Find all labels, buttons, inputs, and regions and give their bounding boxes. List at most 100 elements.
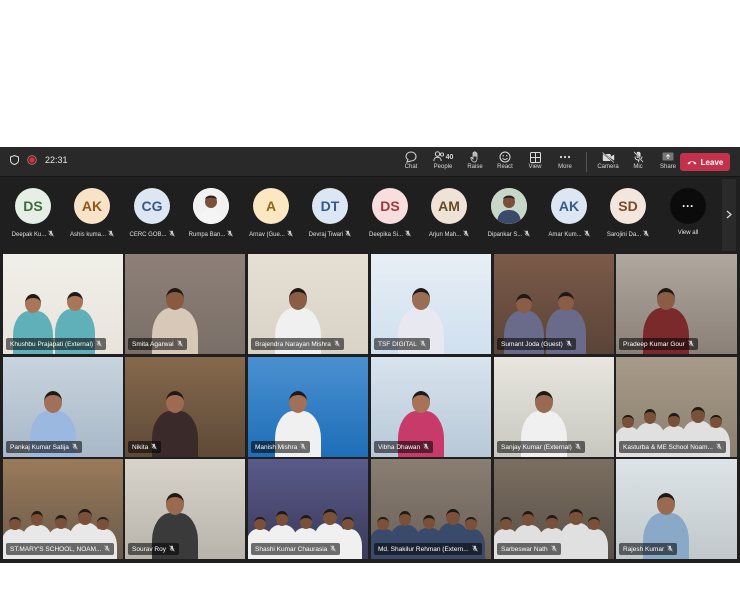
participant-name: ST.MARY'S SCHOOL, NOAM... <box>10 545 102 553</box>
video-tile[interactable]: ST.MARY'S SCHOOL, NOAM... <box>3 459 123 559</box>
mic-off-icon <box>550 544 557 554</box>
people-button[interactable]: 40 People <box>426 150 460 174</box>
participant-name: Sarbeswar Nath <box>501 545 548 553</box>
avatar-initials: DT <box>312 188 348 224</box>
participant-name: Rajesh Kumar <box>623 545 665 553</box>
participant-name-tag: Sumant Joda (Guest) <box>497 338 576 350</box>
phone-hangup-icon <box>687 158 697 167</box>
participant-avatar[interactable]: CG CERC GOB... <box>124 188 180 246</box>
camera-button[interactable]: Camera <box>593 150 623 174</box>
avatar-name: Sarojini Da... <box>606 231 642 238</box>
raise-hand-button[interactable]: Raise <box>460 150 490 174</box>
participant-name-tag: Sourav Roy <box>128 543 179 555</box>
participant-name-tag: Pradeep Kumar Gour <box>619 338 698 350</box>
mic-off-icon <box>287 230 293 239</box>
avatar-initials: AM <box>431 188 467 224</box>
participant-name: Brajendra Narayan Mishra <box>255 340 331 348</box>
participant-avatar[interactable]: SD Sarojini Da... <box>600 188 656 246</box>
mic-off-icon <box>716 442 722 452</box>
video-tile[interactable]: Pankaj Kumar Satija <box>3 357 123 457</box>
video-tile[interactable]: Vibha Dhawan <box>371 357 491 457</box>
video-tile[interactable]: Shashi Kumar Chaurasia <box>248 459 368 559</box>
camera-off-icon <box>601 150 615 164</box>
share-icon <box>662 150 674 164</box>
avatar-photo <box>193 188 229 224</box>
participant-name-tag: Sarbeswar Nath <box>497 543 561 555</box>
participant-name: Sanjay Kumar (External) <box>501 443 572 451</box>
participant-name-tag: TSF DIGITAL <box>374 338 430 350</box>
video-tile[interactable]: Pradeep Kumar Gour <box>616 254 737 354</box>
participant-name: Manish Mishra <box>255 443 298 451</box>
participant-name: Pankaj Kumar Satija <box>10 443 69 451</box>
mic-off-icon <box>227 230 234 239</box>
mic-off-icon <box>471 544 478 554</box>
video-tile[interactable]: Sarbeswar Nath <box>494 459 614 559</box>
participant-name: TSF DIGITAL <box>378 340 417 348</box>
shield-icon <box>10 155 19 165</box>
avatar-initials: DS <box>15 188 51 224</box>
chat-button[interactable]: Chat <box>396 150 426 174</box>
video-tile[interactable]: Sanjay Kumar (External) <box>494 357 614 457</box>
video-tile[interactable]: Sourav Roy <box>125 459 245 559</box>
toolbar-divider <box>586 152 587 172</box>
avatar-name: Devraj Tiwari <box>308 231 344 238</box>
mic-off-icon <box>420 339 426 349</box>
meeting-toolbar: 22:31 Chat 40 People Raise React View Mo… <box>0 147 740 177</box>
participant-name: Khushbu Prajapati (External) <box>10 340 94 348</box>
participant-avatar[interactable]: DS Deepika Si... <box>362 188 418 246</box>
meeting-status: 22:31 <box>10 155 68 165</box>
react-button[interactable]: React <box>490 150 520 174</box>
view-button[interactable]: View <box>520 150 550 174</box>
participant-name-tag: Nikita <box>128 441 162 453</box>
video-tile[interactable]: Smita Agarwal <box>125 254 245 354</box>
video-tile[interactable]: TSF DIGITAL <box>371 254 491 354</box>
leave-button[interactable]: Leave <box>680 153 730 171</box>
share-button[interactable]: Share <box>653 150 683 174</box>
participant-name: Smita Agarwal <box>132 340 174 348</box>
strip-next-button[interactable] <box>722 179 736 251</box>
participant-avatar[interactable]: AK Amar Kum... <box>541 188 597 246</box>
more-button[interactable]: More <box>550 150 580 174</box>
avatar-initials: CG <box>134 188 170 224</box>
video-tile[interactable]: Sumant Joda (Guest) <box>494 254 614 354</box>
video-tile[interactable]: Md. Shakilur Rehman (Extern... <box>371 459 491 559</box>
participant-name: Sourav Roy <box>132 545 166 553</box>
participant-name-tag: Rajesh Kumar <box>619 543 678 555</box>
view-all-button[interactable]: ··· View all <box>660 188 716 246</box>
avatar-name: Deepak Ku... <box>11 231 47 238</box>
participant-name-tag: Vibha Dhawan <box>374 441 434 453</box>
participant-avatar[interactable]: AK Ashis kuma... <box>64 188 120 246</box>
participant-avatar[interactable]: DS Deepak Ku... <box>5 188 61 246</box>
video-tile[interactable]: Khushbu Prajapati (External) <box>3 254 123 354</box>
participant-avatar[interactable]: Rumpa Ban... <box>183 188 239 246</box>
avatar-name: Dipankar S... <box>487 231 523 238</box>
hand-icon <box>469 150 481 164</box>
participant-name-tag: Kasturba & ME School Noam... <box>619 441 726 453</box>
video-tile[interactable]: Manish Mishra <box>248 357 368 457</box>
people-icon <box>432 150 445 164</box>
mic-off-icon <box>72 442 78 452</box>
video-tile[interactable]: Nikita <box>125 357 245 457</box>
participant-name-tag: Shashi Kumar Chaurasia <box>251 543 341 555</box>
video-tile[interactable]: Brajendra Narayan Mishra <box>248 254 368 354</box>
avatar-photo <box>491 188 527 224</box>
video-tile[interactable]: Rajesh Kumar <box>616 459 737 559</box>
avatar-name: Rumpa Ban... <box>188 231 226 238</box>
avatar-name: Arnav (Gue... <box>249 231 285 238</box>
mic-off-icon <box>575 442 581 452</box>
mic-button[interactable]: Mic <box>623 150 653 174</box>
participant-name-tag: Brajendra Narayan Mishra <box>251 338 344 350</box>
participant-avatar[interactable]: DT Devraj Tiwari <box>302 188 358 246</box>
more-icon <box>559 150 571 164</box>
video-tile[interactable]: Kasturba & ME School Noam... <box>616 357 737 457</box>
mic-off-icon <box>524 230 531 239</box>
participant-avatar[interactable]: A Arnav (Gue... <box>243 188 299 246</box>
mic-off-icon <box>334 339 340 349</box>
participant-name: Md. Shakilur Rehman (Extern... <box>378 545 469 553</box>
mic-off-icon <box>405 230 411 239</box>
participant-name-tag: ST.MARY'S SCHOOL, NOAM... <box>6 543 115 555</box>
participant-avatar[interactable]: Dipankar S... <box>481 188 537 246</box>
participant-avatar[interactable]: AM Arjun Mah... <box>421 188 477 246</box>
mic-off-icon <box>300 442 307 452</box>
mic-off-icon <box>169 544 175 554</box>
